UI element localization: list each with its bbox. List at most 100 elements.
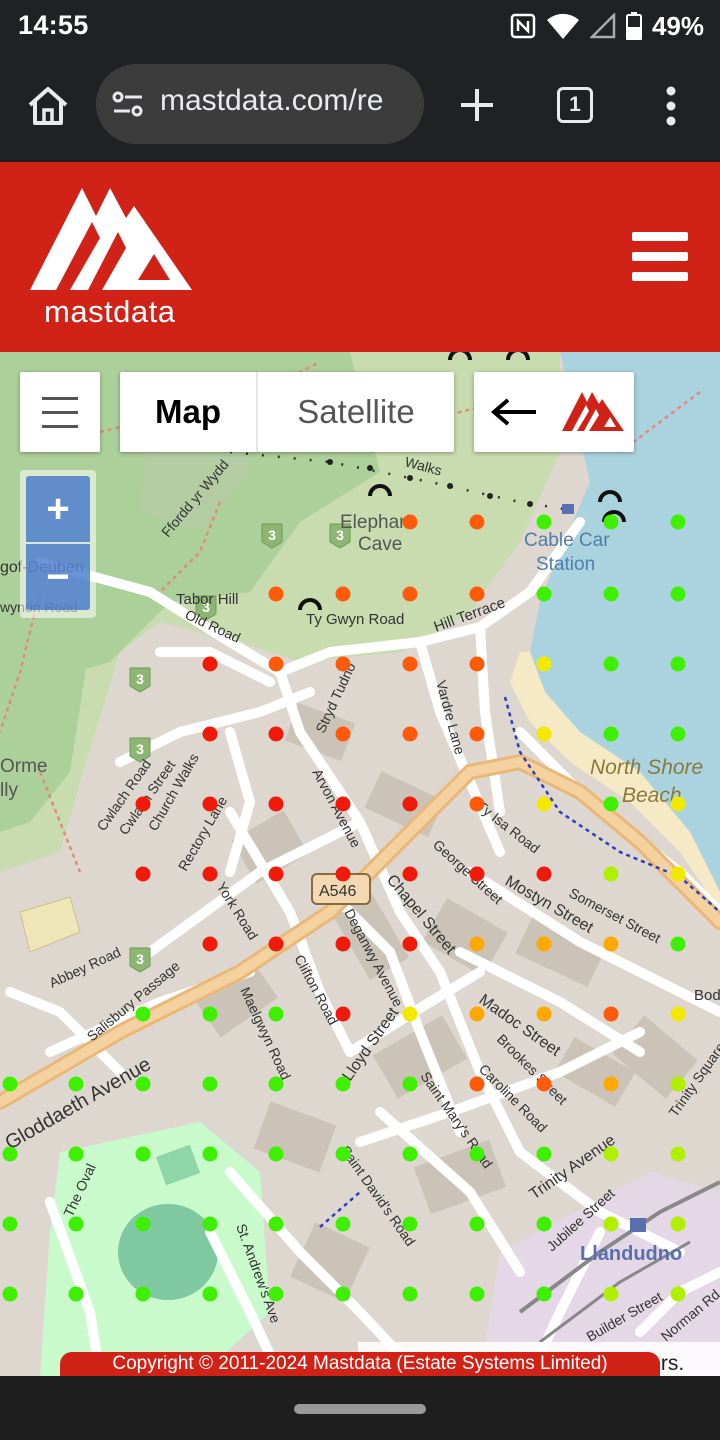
signal-dot[interactable] (402, 936, 418, 952)
signal-dot[interactable] (670, 1216, 686, 1232)
new-tab-icon[interactable] (452, 80, 502, 130)
signal-dot[interactable] (335, 1216, 351, 1232)
signal-dot[interactable] (2, 1216, 18, 1232)
signal-dot[interactable] (469, 1076, 485, 1092)
signal-dot[interactable] (202, 1076, 218, 1092)
signal-dot[interactable] (670, 1076, 686, 1092)
signal-dot[interactable] (268, 1286, 284, 1302)
signal-dot[interactable] (536, 1006, 552, 1022)
signal-dot[interactable] (135, 796, 151, 812)
signal-dot[interactable] (335, 586, 351, 602)
signal-dot[interactable] (536, 1286, 552, 1302)
signal-dot[interactable] (135, 1216, 151, 1232)
signal-dot[interactable] (268, 796, 284, 812)
mastdata-logo-icon[interactable] (30, 184, 192, 292)
signal-dot[interactable] (68, 1216, 84, 1232)
signal-dot[interactable] (68, 1076, 84, 1092)
signal-dot[interactable] (536, 1076, 552, 1092)
signal-dot[interactable] (135, 1076, 151, 1092)
signal-dot[interactable] (402, 656, 418, 672)
back-to-site-button[interactable] (474, 372, 634, 452)
signal-dot[interactable] (335, 1146, 351, 1162)
signal-dot[interactable] (68, 1286, 84, 1302)
zoom-in-button[interactable]: + (26, 476, 90, 542)
signal-dot[interactable] (402, 866, 418, 882)
signal-dot[interactable] (670, 866, 686, 882)
signal-dot[interactable] (135, 1286, 151, 1302)
map-type-map-button[interactable]: Map (120, 372, 258, 452)
home-button[interactable] (22, 80, 74, 132)
signal-dot[interactable] (335, 656, 351, 672)
signal-dot[interactable] (335, 866, 351, 882)
signal-dot[interactable] (402, 796, 418, 812)
signal-dot[interactable] (402, 726, 418, 742)
signal-dot[interactable] (402, 1146, 418, 1162)
signal-dot[interactable] (603, 656, 619, 672)
signal-dot[interactable] (335, 1286, 351, 1302)
tab-switcher-button[interactable]: 1 (557, 87, 593, 123)
signal-dot[interactable] (603, 726, 619, 742)
signal-dot[interactable] (402, 1076, 418, 1092)
signal-dot[interactable] (268, 866, 284, 882)
signal-dot[interactable] (670, 1146, 686, 1162)
signal-dot[interactable] (202, 1146, 218, 1162)
signal-dot[interactable] (603, 514, 619, 530)
signal-dot[interactable] (603, 1216, 619, 1232)
signal-dot[interactable] (469, 1286, 485, 1302)
signal-dot[interactable] (670, 1006, 686, 1022)
signal-dot[interactable] (402, 1216, 418, 1232)
site-settings-icon[interactable] (112, 90, 144, 118)
signal-dot[interactable] (670, 656, 686, 672)
signal-dot[interactable] (469, 796, 485, 812)
signal-dot[interactable] (2, 1146, 18, 1162)
map-canvas[interactable]: 3 33 333 Elephant Cave Cable Car Station … (0, 352, 720, 1376)
signal-dot[interactable] (670, 586, 686, 602)
signal-dot[interactable] (268, 1216, 284, 1232)
signal-dot[interactable] (135, 1006, 151, 1022)
signal-dot[interactable] (603, 1286, 619, 1302)
map-type-satellite-button[interactable]: Satellite (258, 372, 454, 452)
signal-dot[interactable] (670, 514, 686, 530)
signal-dot[interactable] (402, 1006, 418, 1022)
signal-dot[interactable] (603, 1076, 619, 1092)
signal-dot[interactable] (335, 936, 351, 952)
signal-dot[interactable] (536, 1216, 552, 1232)
signal-dot[interactable] (603, 796, 619, 812)
signal-dot[interactable] (402, 514, 418, 530)
signal-dot[interactable] (2, 1076, 18, 1092)
signal-dot[interactable] (536, 936, 552, 952)
signal-dot[interactable] (202, 726, 218, 742)
signal-dot[interactable] (603, 586, 619, 602)
signal-dot[interactable] (469, 586, 485, 602)
logo-text[interactable]: mastdata (44, 294, 176, 330)
signal-dot[interactable] (536, 586, 552, 602)
signal-dot[interactable] (2, 1286, 18, 1302)
signal-dot[interactable] (469, 656, 485, 672)
signal-dot[interactable] (202, 1286, 218, 1302)
signal-dot[interactable] (402, 1286, 418, 1302)
signal-dot[interactable] (335, 1006, 351, 1022)
signal-dot[interactable] (402, 586, 418, 602)
signal-dot[interactable] (536, 1146, 552, 1162)
signal-dot[interactable] (335, 796, 351, 812)
signal-dot[interactable] (536, 796, 552, 812)
signal-dot[interactable] (536, 514, 552, 530)
signal-dot[interactable] (670, 726, 686, 742)
signal-dot[interactable] (202, 1216, 218, 1232)
signal-dot[interactable] (202, 866, 218, 882)
map-menu-button[interactable] (20, 372, 100, 452)
signal-dot[interactable] (536, 866, 552, 882)
signal-dot[interactable] (202, 936, 218, 952)
signal-dot[interactable] (268, 1076, 284, 1092)
signal-dot[interactable] (536, 656, 552, 672)
signal-dot[interactable] (469, 936, 485, 952)
signal-dot[interactable] (268, 656, 284, 672)
signal-dot[interactable] (469, 514, 485, 530)
coverage-map[interactable]: 333 333 Elephant Cave Cable Car Station … (0, 352, 720, 1376)
signal-dot[interactable] (469, 866, 485, 882)
signal-dot[interactable] (603, 866, 619, 882)
signal-dot[interactable] (670, 936, 686, 952)
signal-dot[interactable] (670, 1286, 686, 1302)
signal-dot[interactable] (268, 1006, 284, 1022)
signal-dot[interactable] (268, 936, 284, 952)
